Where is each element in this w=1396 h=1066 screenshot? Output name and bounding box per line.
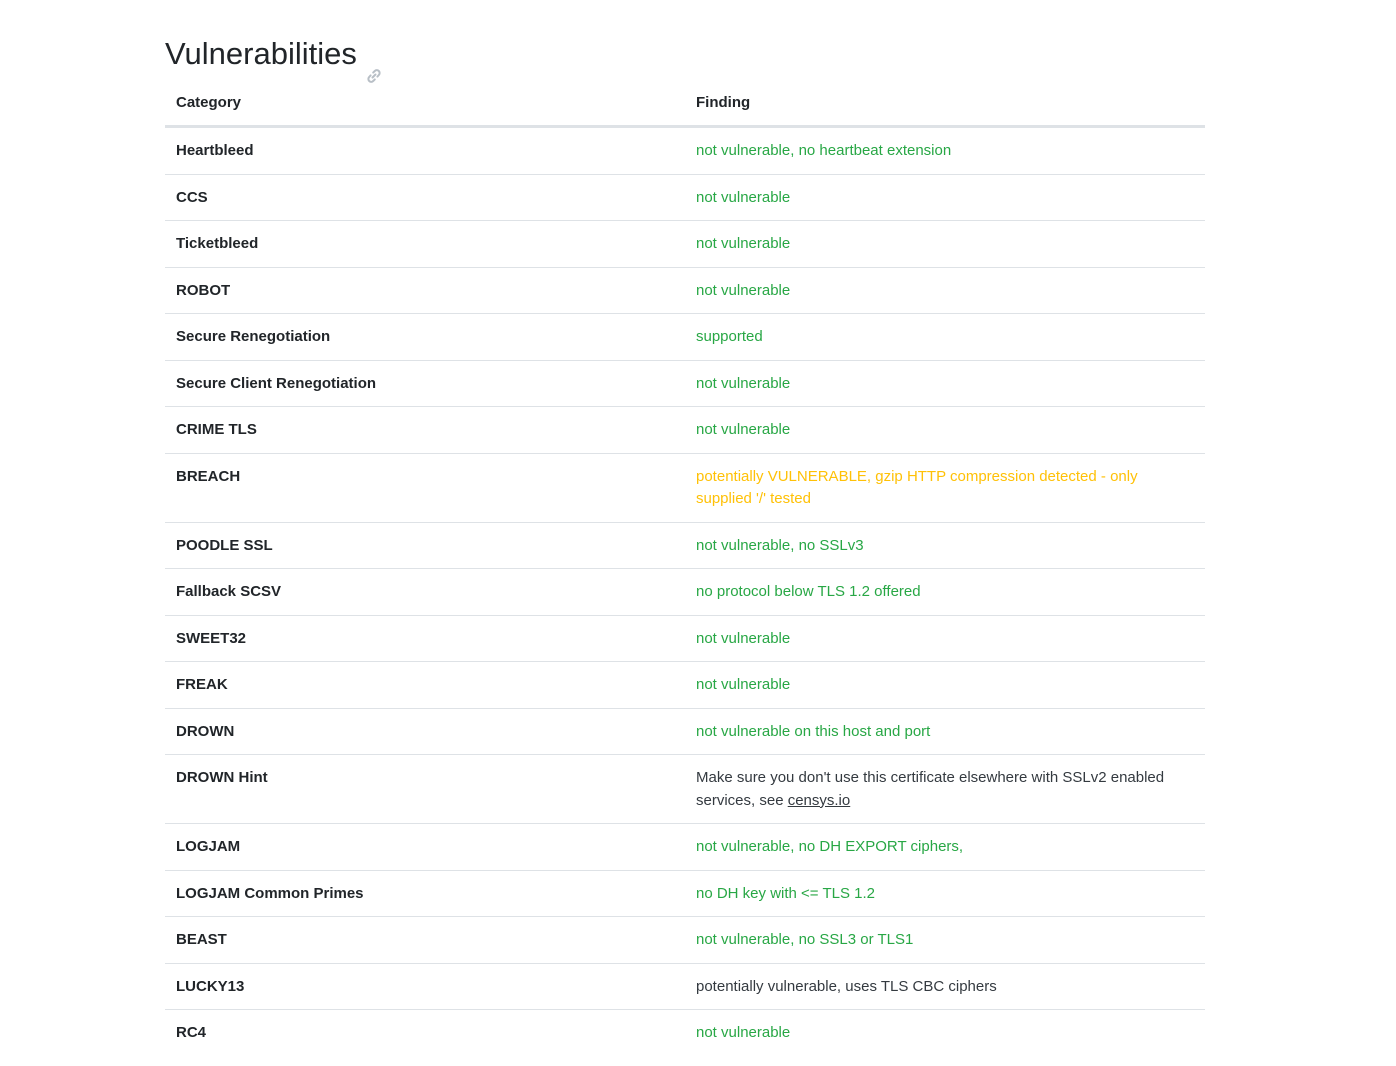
category-cell: CCS: [165, 174, 685, 221]
category-cell: LOGJAM Common Primes: [165, 870, 685, 917]
table-row: Heartbleed not vulnerable, no heartbeat e…: [165, 126, 1205, 175]
table-row: BEAST not vulnerable, no SSL3 or TLS1: [165, 916, 1205, 964]
category-cell: DROWN: [165, 708, 685, 755]
table-row: LOGJAM not vulnerable, no DH EXPORT ciphe…: [165, 823, 1205, 871]
category-cell: Ticketbleed: [165, 220, 685, 268]
table-row: LUCKY13 potentially vulnerable, uses TLS …: [165, 963, 1205, 1010]
finding-text: potentially vulnerable, uses TLS CBC cip…: [696, 977, 997, 995]
table-row: SWEET32 not vulnerable: [165, 615, 1205, 662]
category-cell: RC4: [176, 1024, 207, 1041]
category-cell: LUCKY13: [165, 963, 685, 1010]
category-cell: ROBOT: [165, 267, 685, 314]
table-row: FREAK not vulnerable: [165, 661, 1205, 709]
finding-text: Make sure you don't use this certificate…: [696, 769, 1165, 809]
table-row: POODLE SSL not vulnerable, no SSLv3: [165, 522, 1205, 569]
finding-text: not vulnerable, no SSLv3: [696, 536, 864, 554]
category-cell: FREAK: [165, 661, 685, 709]
vulnerabilities-section: Vulnerabilities Category Finding Heartbl…: [165, 28, 1205, 1056]
finding-text: not vulnerable: [696, 281, 791, 299]
finding-text: not vulnerable: [696, 421, 791, 438]
finding-cell: not vulnerable, no SSLv3: [685, 522, 1205, 569]
table-row: Ticketbleed not vulnerable: [165, 220, 1205, 268]
finding-text: not vulnerable, no heartbeat extension: [696, 142, 952, 159]
finding-cell: no protocol below TLS 1.2 offered: [685, 568, 1205, 616]
finding-text: not vulnerable: [696, 374, 791, 392]
column-header-finding: Finding: [685, 81, 1205, 128]
finding-cell: not vulnerable on this host and port: [685, 708, 1205, 755]
finding-cell: potentially vulnerable, uses TLS CBC cip…: [685, 963, 1205, 1010]
finding-text: not vulnerable on this host and port: [696, 722, 931, 740]
finding-text: not vulnerable: [696, 629, 791, 647]
category-cell: Fallback SCSV: [165, 568, 685, 616]
vulnerabilities-table: Category Finding Heartbleed not vulnerabl…: [165, 81, 1205, 1056]
column-header-category: Category: [165, 81, 685, 128]
table-row: Secure Renegotiation supported: [165, 313, 1205, 361]
finding-cell: Make sure you don't use this certificate…: [685, 754, 1205, 824]
finding-cell: not vulnerable, no heartbeat extension: [685, 126, 1205, 175]
finding-text: not vulnerable: [696, 188, 791, 206]
finding-text: not vulnerable: [696, 235, 791, 252]
finding-text: not vulnerable, no DH EXPORT ciphers,: [696, 838, 964, 855]
finding-text: not vulnerable: [696, 1024, 791, 1041]
table-row: DROWN not vulnerable on this host and por…: [165, 708, 1205, 755]
table-row: Fallback SCSV no protocol below TLS 1.2 o…: [165, 568, 1205, 616]
finding-cell: not vulnerable, no SSL3 or TLS1: [685, 916, 1205, 964]
finding-text: no DH key with <= TLS 1.2: [696, 884, 875, 902]
finding-cell: not vulnerable: [685, 174, 1205, 221]
finding-text: not vulnerable: [696, 676, 791, 693]
finding-cell: no DH key with <= TLS 1.2: [685, 870, 1205, 917]
category-cell: LOGJAM: [165, 823, 685, 871]
table-row: CRIME TLS not vulnerable: [165, 406, 1205, 454]
table-row: DROWN Hint Make sure you don't use this c…: [165, 754, 1205, 824]
table-row: ROBOT not vulnerable: [165, 267, 1205, 314]
section-title-text: Vulnerabilities: [165, 36, 357, 71]
finding-cell: not vulnerable: [685, 1010, 1205, 1056]
finding-cell: not vulnerable, no DH EXPORT ciphers,: [685, 823, 1205, 871]
category-cell: BEAST: [165, 916, 685, 964]
finding-cell: not vulnerable: [685, 661, 1205, 709]
finding-cell: potentially VULNERABLE, gzip HTTP compre…: [685, 453, 1205, 523]
section-title: Vulnerabilities: [165, 28, 1205, 83]
table-row: Secure Client Renegotiation not vulnerabl…: [165, 360, 1205, 407]
category-cell: Secure Client Renegotiation: [165, 360, 685, 407]
finding-cell: not vulnerable: [685, 360, 1205, 407]
table-body: Heartbleed not vulnerable, no heartbeat e…: [165, 126, 1205, 1056]
category-cell: Secure Renegotiation: [165, 313, 685, 361]
link-icon[interactable]: [365, 49, 383, 83]
finding-text: not vulnerable, no SSL3 or TLS1: [696, 931, 914, 948]
category-cell: Heartbleed: [165, 126, 685, 175]
finding-text: supported: [696, 328, 763, 345]
category-cell: POODLE SSL: [165, 522, 685, 569]
censys-link[interactable]: censys.io: [788, 792, 851, 809]
finding-text: potentially VULNERABLE, gzip HTTP compre…: [696, 467, 1138, 508]
table-row: CCS not vulnerable: [165, 174, 1205, 221]
finding-cell: not vulnerable: [685, 220, 1205, 268]
category-cell: DROWN Hint: [165, 754, 685, 824]
category-cell: SWEET32: [165, 615, 685, 662]
table-row: BREACH potentially VULNERABLE, gzip HTTP …: [165, 453, 1205, 523]
table-row: LOGJAM Common Primes no DH key with <= TL…: [165, 870, 1205, 917]
finding-cell: not vulnerable: [685, 615, 1205, 662]
table-row: RC4 not vulnerable: [165, 1010, 1205, 1056]
finding-cell: not vulnerable: [685, 267, 1205, 314]
category-cell: BREACH: [165, 453, 685, 523]
finding-cell: supported: [685, 313, 1205, 361]
finding-cell: not vulnerable: [685, 406, 1205, 454]
table-header-row: Category Finding: [165, 81, 1205, 128]
category-cell: CRIME TLS: [165, 406, 685, 454]
finding-text: no protocol below TLS 1.2 offered: [696, 583, 921, 600]
